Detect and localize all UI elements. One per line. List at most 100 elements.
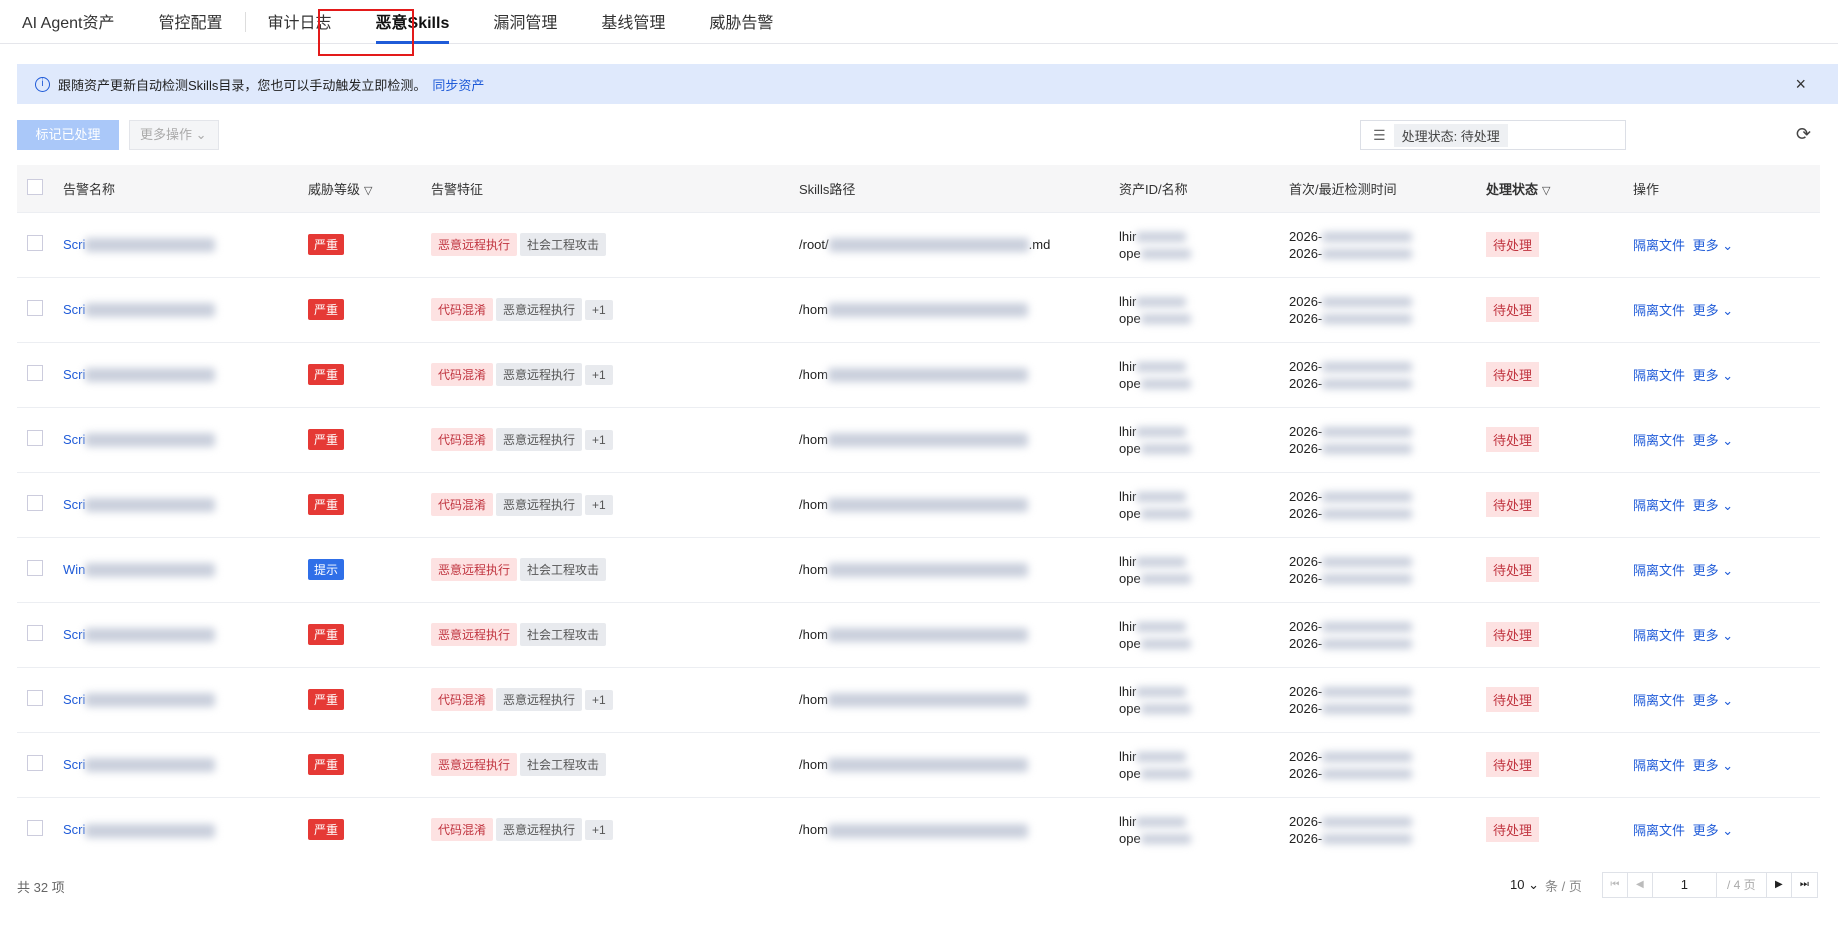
alert-name-link[interactable]: Scri [63,302,85,317]
alert-name-link[interactable]: Scri [63,822,85,837]
mark-handled-button[interactable]: 标记已处理 [17,120,119,150]
table-row: Scri 严重 代码混淆 恶意远程执行 +1 /hom lhir ope 2026- 2… [17,341,1820,407]
row-checkbox[interactable] [27,365,43,381]
threat-level-badge: 严重 [308,624,345,645]
status-badge: 待处理 [1486,622,1540,647]
tab-control-config[interactable]: 管控配置 [159,0,223,44]
col-status[interactable]: 处理状态 ▽ [1486,165,1633,212]
prev-page-button[interactable]: ◀ [1628,873,1653,897]
refresh-icon[interactable]: ⟳ [1796,124,1811,145]
alert-name-link[interactable]: Scri [63,237,85,252]
tab-threat-alerts[interactable]: 威胁告警 [709,0,773,44]
more-actions-link[interactable]: 更多 ⌄ [1693,498,1734,513]
chevron-down-icon: ⌄ [1722,303,1734,318]
tab-ai-agent-assets[interactable]: AI Agent资产 [22,0,115,44]
filter-search-input[interactable]: ☰ 处理状态: 待处理 [1360,120,1626,150]
page-size-select[interactable]: 10 ⌄ [1510,877,1539,893]
alert-name-link[interactable]: Scri [63,497,85,512]
alert-name-link[interactable]: Win [63,562,85,577]
isolate-file-link[interactable]: 隔离文件 [1633,823,1685,838]
last-page-button[interactable]: ⏭ [1792,873,1817,897]
filter-icon: ▽ [1542,184,1551,197]
more-actions-link[interactable]: 更多 ⌄ [1693,238,1734,253]
isolate-file-link[interactable]: 隔离文件 [1633,238,1685,253]
next-page-button[interactable]: ▶ [1767,873,1792,897]
first-page-button[interactable]: ⏮ [1603,873,1628,897]
row-checkbox[interactable] [27,820,43,837]
last-detect-time: 2026- [1289,635,1323,651]
more-actions-link[interactable]: 更多 ⌄ [1693,368,1734,383]
isolate-file-link[interactable]: 隔离文件 [1633,628,1685,643]
feature-tag: 社会工程攻击 [520,753,607,776]
status-badge: 待处理 [1486,492,1540,517]
chevron-down-icon: ⌄ [1722,628,1734,643]
asset-id: lhir [1119,618,1137,634]
feature-tag: 恶意远程执行 [496,493,583,516]
isolate-file-link[interactable]: 隔离文件 [1633,758,1685,773]
alert-name-link[interactable]: Scri [63,757,85,772]
total-count: 共 32 项 [17,880,65,895]
page-input[interactable]: 1 [1653,873,1717,897]
sync-assets-link[interactable]: 同步资产 [432,75,484,94]
row-checkbox[interactable] [27,755,43,771]
alert-name-link[interactable]: Scri [63,627,85,642]
table-header: 告警名称 威胁等级 ▽ 告警特征 Skills路径 资产ID/名称 首次/最近检测… [17,165,1820,212]
chevron-down-icon: ⌄ [1722,563,1734,578]
last-detect-time: 2026- [1289,830,1323,846]
select-all-checkbox[interactable] [27,178,43,195]
more-actions-link[interactable]: 更多 ⌄ [1693,303,1734,318]
threat-level-badge: 严重 [308,299,345,320]
last-detect-time: 2026- [1289,245,1323,261]
row-checkbox[interactable] [27,690,43,706]
threat-level-badge: 提示 [308,559,345,580]
tab-bar: AI Agent资产 管控配置 审计日志 恶意Skills 漏洞管理 基线管理 … [0,0,1838,44]
tab-vulnerabilities[interactable]: 漏洞管理 [493,0,557,44]
filter-chip[interactable]: 处理状态: 待处理 [1393,123,1508,147]
isolate-file-link[interactable]: 隔离文件 [1633,433,1685,448]
asset-id: lhir [1119,293,1137,309]
alert-name-link[interactable]: Scri [63,692,85,707]
col-detect-time: 首次/最近检测时间 [1289,165,1486,212]
row-checkbox[interactable] [27,430,43,446]
alert-name-link[interactable]: Scri [63,432,85,447]
close-icon[interactable]: × [1795,74,1806,95]
col-threat-level[interactable]: 威胁等级 ▽ [308,165,431,212]
row-checkbox[interactable] [27,625,43,641]
more-actions-link[interactable]: 更多 ⌄ [1693,433,1734,448]
isolate-file-link[interactable]: 隔离文件 [1633,563,1685,578]
info-text: 跟随资产更新自动检测Skills目录，您也可以手动触发立即检测。 [58,77,427,93]
row-checkbox[interactable] [27,300,43,316]
more-actions-link[interactable]: 更多 ⌄ [1693,823,1734,838]
feature-tag: +1 [585,690,613,710]
status-badge: 待处理 [1486,817,1540,843]
chevron-down-icon: ⌄ [1722,238,1734,253]
feature-tag: 恶意远程执行 [431,753,518,776]
feature-tag: 社会工程攻击 [520,558,607,581]
tab-baseline[interactable]: 基线管理 [601,0,665,44]
more-actions-button[interactable]: 更多操作 ⌄ [129,120,219,150]
asset-name: ope [1119,635,1141,651]
more-actions-link[interactable]: 更多 ⌄ [1693,693,1734,708]
asset-id: lhir [1119,748,1137,764]
threat-level-badge: 严重 [308,689,345,710]
last-detect-time: 2026- [1289,505,1323,521]
more-actions-link[interactable]: 更多 ⌄ [1693,628,1734,643]
feature-tag: +1 [585,495,613,515]
feature-tag: 恶意远程执行 [431,233,518,256]
more-actions-link[interactable]: 更多 ⌄ [1693,563,1734,578]
feature-tag: 代码混淆 [431,363,494,386]
row-checkbox[interactable] [27,495,43,511]
row-checkbox[interactable] [27,560,43,576]
more-actions-link[interactable]: 更多 ⌄ [1693,758,1734,773]
threat-level-badge: 严重 [308,364,345,385]
alert-name-link[interactable]: Scri [63,367,85,382]
table-row: Scri 严重 恶意远程执行 社会工程攻击 /root/.md lhir ope 2… [17,211,1820,277]
feature-tag: +1 [585,365,613,385]
isolate-file-link[interactable]: 隔离文件 [1633,693,1685,708]
isolate-file-link[interactable]: 隔离文件 [1633,303,1685,318]
asset-name: ope [1119,245,1141,261]
isolate-file-link[interactable]: 隔离文件 [1633,368,1685,383]
isolate-file-link[interactable]: 隔离文件 [1633,498,1685,513]
row-checkbox[interactable] [27,235,43,251]
last-detect-time: 2026- [1289,375,1323,391]
